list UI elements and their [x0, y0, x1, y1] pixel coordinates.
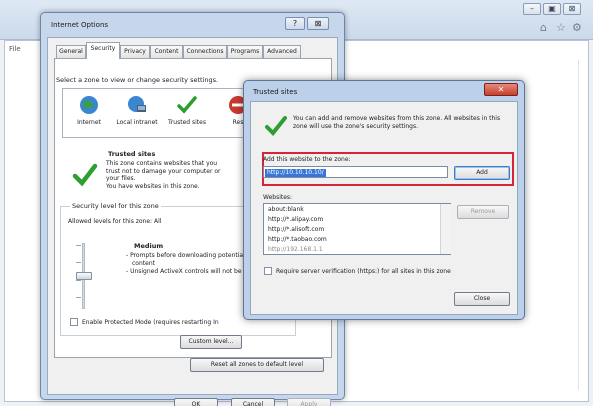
dialog-description: You can add and remove websites from thi… — [293, 115, 501, 130]
minimize-button[interactable]: – — [523, 3, 541, 15]
add-website-input[interactable]: http://10.10.10.10/ — [263, 166, 448, 178]
allowed-levels-text: Allowed levels for this zone: All — [68, 218, 162, 225]
zone-description: This zone contains websites that you tru… — [106, 160, 266, 190]
reset-all-zones-button[interactable]: Reset all zones to default level — [190, 358, 324, 372]
add-website-value: http://10.10.10.10/ — [265, 169, 326, 177]
websites-label: Websites: — [263, 194, 293, 201]
require-verification-checkbox[interactable] — [264, 267, 272, 275]
websites-list[interactable]: about:blank http://*.alipay.com http://*… — [263, 203, 451, 255]
apply-button[interactable]: Apply — [287, 398, 331, 406]
tools-gear-icon[interactable]: ⚙ — [572, 22, 583, 33]
list-item[interactable]: http://*.alipay.com — [268, 216, 323, 223]
dialog-title: Internet Options — [51, 21, 109, 29]
slider-tick — [76, 297, 81, 298]
globe-icon — [80, 96, 98, 114]
tab-programs[interactable]: Programs — [227, 45, 263, 58]
zone-description-line: You have websites in this zone. — [106, 182, 200, 190]
custom-level-button[interactable]: Custom level... — [180, 335, 242, 349]
list-item[interactable]: http://192.168.1.1 — [268, 246, 323, 254]
tab-content[interactable]: Content — [150, 45, 183, 58]
require-verification-label: Require server verification (https:) for… — [276, 268, 451, 275]
network-computer-icon — [128, 96, 146, 112]
add-website-label: Add this website to the zone: — [263, 156, 351, 163]
tab-advanced[interactable]: Advanced — [263, 45, 301, 58]
list-item[interactable]: http://*.alisoft.com — [268, 226, 324, 233]
zone-internet[interactable]: Internet — [65, 95, 113, 126]
zone-description-line: your files. — [106, 175, 136, 182]
level-description: - Prompts before downloading potentia — [126, 252, 244, 259]
close-window-button[interactable]: ⊠ — [563, 3, 581, 15]
zone-label: Local intranet — [116, 119, 158, 126]
zone-label: Trusted sites — [168, 119, 206, 126]
close-button[interactable]: Close — [454, 292, 510, 306]
list-item[interactable]: http://*.taobao.com — [268, 236, 327, 243]
remove-button[interactable]: Remove — [457, 205, 509, 219]
dialog-close-button[interactable]: ⊠ — [307, 17, 329, 30]
level-description: content — [132, 260, 155, 267]
trusted-sites-dialog: Trusted sites ✕ You can add and remove w… — [243, 80, 525, 320]
level-title: Medium — [134, 242, 164, 250]
zone-heading: Trusted sites — [108, 150, 156, 158]
security-level-label: Security level for this zone — [70, 202, 161, 210]
list-item[interactable]: about:blank — [268, 206, 304, 213]
zone-label: Internet — [77, 119, 101, 126]
tab-privacy[interactable]: Privacy — [120, 45, 150, 58]
slider-tick — [76, 262, 81, 263]
dialog-body: You can add and remove websites from thi… — [250, 101, 518, 315]
dialog-title: Trusted sites — [253, 88, 298, 96]
tab-security[interactable]: Security — [86, 42, 120, 59]
protected-mode-checkbox[interactable] — [70, 318, 78, 326]
help-button[interactable]: ? — [285, 17, 305, 30]
check-icon — [177, 96, 197, 114]
favorites-star-icon[interactable]: ☆ — [556, 22, 567, 33]
cancel-button[interactable]: Cancel — [231, 398, 275, 406]
home-icon[interactable]: ⌂ — [540, 22, 551, 33]
slider-tick — [76, 280, 81, 281]
dialog-close-button[interactable]: ✕ — [484, 83, 518, 96]
menu-file[interactable]: File — [9, 45, 21, 53]
add-button[interactable]: Add — [454, 166, 510, 180]
zone-prompt: Select a zone to view or change security… — [56, 76, 219, 84]
tab-connections[interactable]: Connections — [183, 45, 227, 58]
security-level-slider-thumb[interactable] — [76, 272, 92, 280]
tab-general[interactable]: General — [56, 45, 86, 58]
zone-description-line: trust not to damage your computer or — [106, 167, 221, 175]
maximize-button[interactable]: ▣ — [543, 3, 561, 15]
zone-description-line: This zone contains websites that you — [106, 160, 218, 167]
zone-local-intranet[interactable]: Local intranet — [113, 95, 161, 126]
protected-mode-label: Enable Protected Mode (requires restarti… — [82, 319, 219, 326]
zone-label: Res — [232, 119, 244, 126]
page-scrollbar[interactable] — [578, 60, 587, 390]
check-icon — [265, 116, 287, 136]
check-icon — [72, 163, 98, 187]
ok-button[interactable]: OK — [174, 398, 218, 406]
slider-tick — [76, 245, 81, 246]
level-description: - Unsigned ActiveX controls will not be — [126, 268, 242, 275]
list-scrollbar[interactable] — [440, 204, 451, 254]
zone-trusted-sites[interactable]: Trusted sites — [163, 95, 211, 126]
